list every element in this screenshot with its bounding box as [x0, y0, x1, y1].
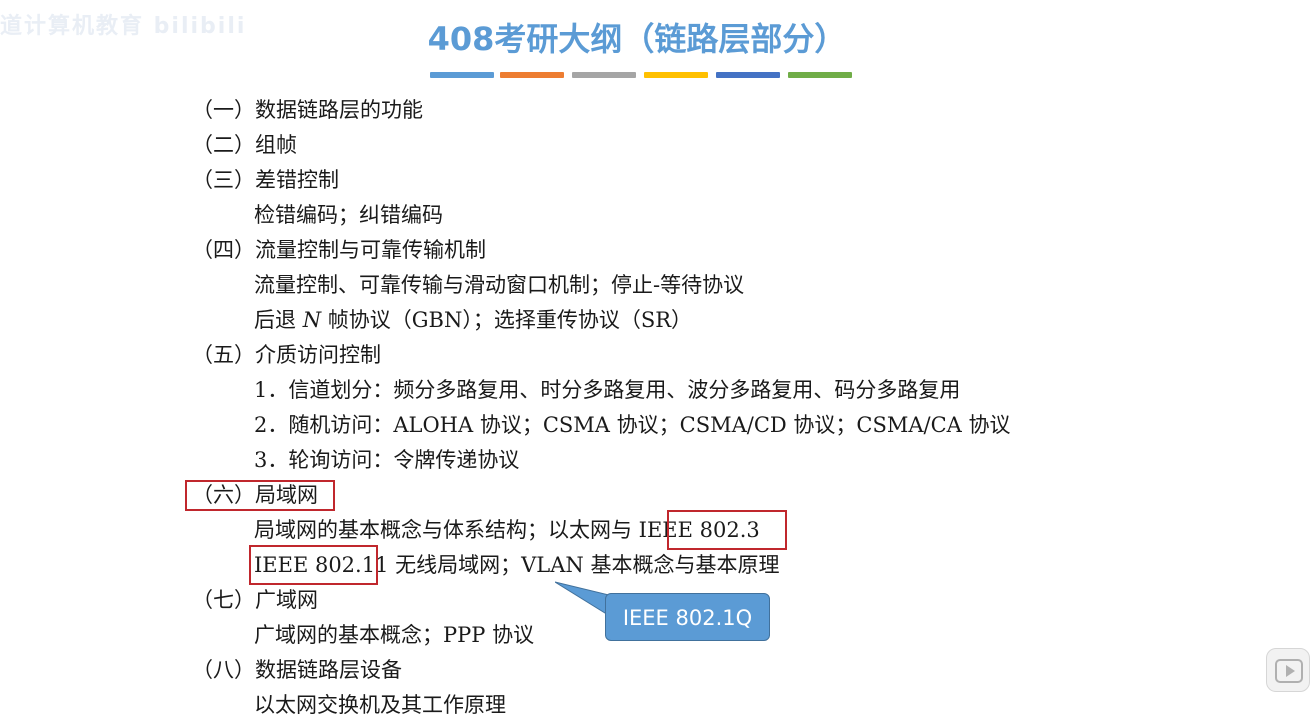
outline-item-5-3: 3．轮询访问：令牌传递协议 — [254, 448, 520, 472]
outline-section-8: （八）数据链路层设备 — [192, 658, 402, 682]
outline-item-4-1: 流量控制、可靠传输与滑动窗口机制；停止-等待协议 — [254, 273, 745, 297]
outline-item-4-2-prefix: 后退 — [254, 308, 303, 332]
outline-section-5: （五）介质访问控制 — [192, 343, 381, 367]
outline-item-7-1: 广域网的基本概念；PPP 协议 — [254, 623, 535, 647]
outline-section-2: （二）组帧 — [192, 133, 297, 157]
play-icon — [1275, 659, 1303, 683]
outline-item-6-2: IEEE 802.11 无线局域网；VLAN 基本概念与基本原理 — [254, 553, 780, 577]
outline-section-7: （七）广域网 — [192, 588, 318, 612]
outline-item-3-1: 检错编码；纠错编码 — [254, 203, 443, 227]
outline-item-5-2: 2．随机访问：ALOHA 协议；CSMA 协议；CSMA/CD 协议；CSMA/… — [254, 413, 1011, 437]
outline-item-4-2: 后退 N 帧协议（GBN）；选择重传协议（SR） — [254, 306, 692, 334]
outline-section-1: （一）数据链路层的功能 — [192, 98, 423, 122]
outline-item-4-2-n: N — [302, 308, 322, 332]
slide: 道计算机教育 bilibili 408考研大纲（链路层部分） （一）数据链路层的… — [0, 0, 1314, 723]
page-title: 408考研大纲（链路层部分） — [427, 20, 847, 58]
outline-item-8-1: 以太网交换机及其工作原理 — [254, 693, 506, 717]
outline-section-6: （六）局域网 — [192, 483, 318, 507]
outline-section-3: （三）差错控制 — [192, 168, 339, 192]
title-bar-gray — [572, 72, 636, 78]
title-bar-blue — [430, 72, 494, 78]
title-bar-green — [788, 72, 852, 78]
outline-item-4-2-suffix: 帧协议（GBN）；选择重传协议（SR） — [321, 308, 693, 332]
title-bar-yellow — [644, 72, 708, 78]
outline-section-4: （四）流量控制与可靠传输机制 — [192, 238, 486, 262]
outline-item-5-1: 1．信道划分：频分多路复用、时分多路复用、波分多路复用、码分多路复用 — [254, 378, 961, 402]
callout-ieee-802-1q: IEEE 802.1Q — [605, 593, 770, 641]
title-bar-orange — [500, 72, 564, 78]
title-bar-darkblue — [716, 72, 780, 78]
outline-item-6-1: 局域网的基本概念与体系结构；以太网与 IEEE 802.3 — [254, 518, 760, 542]
play-button[interactable] — [1266, 648, 1310, 692]
